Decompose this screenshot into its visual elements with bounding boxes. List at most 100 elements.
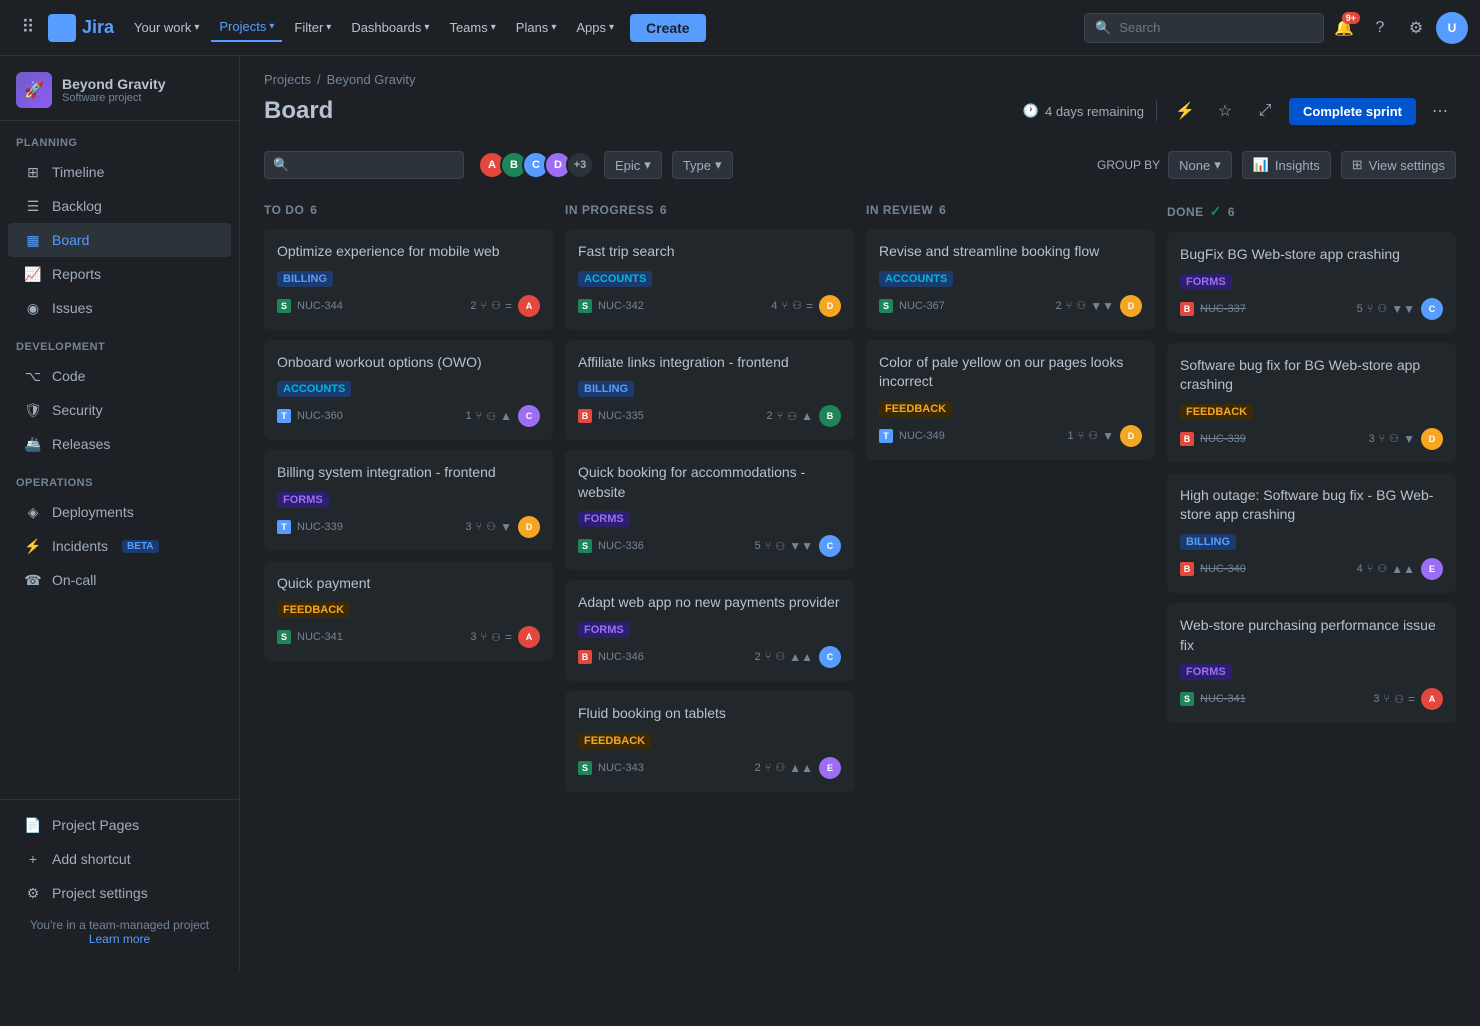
- sidebar-item-security[interactable]: 🛡 Security: [8, 393, 231, 427]
- issue-type-icon: T: [277, 520, 291, 534]
- issue-type-icon: B: [578, 409, 592, 423]
- card-tag: FORMS: [1180, 664, 1232, 680]
- avatar-extra-count[interactable]: +3: [566, 151, 594, 179]
- logo-icon: [48, 14, 76, 42]
- create-button[interactable]: Create: [630, 14, 706, 42]
- sidebar-item-releases[interactable]: 🚢 Releases: [8, 427, 231, 461]
- deployments-label: Deployments: [52, 504, 134, 520]
- type-filter[interactable]: Type ▾: [672, 151, 733, 179]
- user-avatar[interactable]: U: [1436, 12, 1468, 44]
- your-work-nav[interactable]: Your work▾: [126, 14, 207, 41]
- projects-nav[interactable]: Projects▾: [211, 13, 282, 42]
- branch-icon: ⑂: [1066, 300, 1073, 312]
- issue-id: NUC-342: [598, 300, 765, 312]
- jira-logo[interactable]: Jira: [48, 14, 114, 42]
- card-tag: FEEDBACK: [879, 401, 952, 417]
- lightning-button[interactable]: ⚡: [1169, 95, 1201, 127]
- epic-filter[interactable]: Epic ▾: [604, 151, 662, 179]
- table-row[interactable]: Affiliate links integration - frontend B…: [565, 340, 854, 441]
- apps-nav[interactable]: Apps▾: [568, 14, 622, 41]
- avatar: C: [1421, 298, 1443, 320]
- search-input[interactable]: [1119, 20, 1313, 35]
- more-options-button[interactable]: ⋯: [1424, 95, 1456, 127]
- todo-title: TO DO: [264, 203, 304, 217]
- priority-icon: ▼▼: [1090, 299, 1114, 313]
- card-title: Adapt web app no new payments provider: [578, 593, 841, 613]
- table-row[interactable]: Fast trip search ACCOUNTS S NUC-342 4 ⑂ …: [565, 229, 854, 330]
- filter-search-box[interactable]: 🔍: [264, 151, 464, 179]
- top-navigation: ⠿ Jira Your work▾ Projects▾ Filter▾ Dash…: [0, 0, 1480, 56]
- group-by-value: None: [1179, 158, 1210, 173]
- grid-icon[interactable]: ⠿: [12, 12, 44, 44]
- issue-type-icon: S: [578, 761, 592, 775]
- search-icon: 🔍: [1095, 20, 1111, 36]
- sidebar-item-incidents[interactable]: ⚡ Incidents BETA: [8, 529, 231, 563]
- sidebar-item-issues[interactable]: ◉ Issues: [8, 291, 231, 325]
- sidebar-item-reports[interactable]: 📈 Reports: [8, 257, 231, 291]
- avatar: B: [819, 405, 841, 427]
- person-icon: ⚇: [1088, 429, 1098, 442]
- issue-type-icon: B: [1180, 432, 1194, 446]
- table-row[interactable]: Revise and streamline booking flow ACCOU…: [866, 229, 1155, 330]
- dashboards-nav[interactable]: Dashboards▾: [343, 14, 437, 41]
- sidebar-item-deployments[interactable]: ◈ Deployments: [8, 495, 231, 529]
- table-row[interactable]: Optimize experience for mobile web BILLI…: [264, 229, 553, 330]
- card-tag: BILLING: [277, 271, 333, 287]
- complete-sprint-button[interactable]: Complete sprint: [1289, 98, 1416, 125]
- sidebar-item-timeline[interactable]: ⊞ Timeline: [8, 155, 231, 189]
- breadcrumb-projects[interactable]: Projects: [264, 72, 311, 87]
- plans-nav[interactable]: Plans▾: [508, 14, 565, 41]
- table-row[interactable]: Fluid booking on tablets FEEDBACK S NUC-…: [565, 691, 854, 792]
- table-row[interactable]: Billing system integration - frontend FO…: [264, 450, 553, 551]
- teams-nav[interactable]: Teams▾: [441, 14, 503, 41]
- table-row[interactable]: Quick booking for accommodations - websi…: [565, 450, 854, 570]
- card-tag: ACCOUNTS: [277, 381, 351, 397]
- sidebar: 🚀 Beyond Gravity Software project PLANNI…: [0, 56, 240, 970]
- project-header: 🚀 Beyond Gravity Software project: [0, 56, 239, 121]
- table-row[interactable]: Quick payment FEEDBACK S NUC-341 3 ⑂ ⚇ =: [264, 561, 553, 662]
- learn-more-link[interactable]: Learn more: [89, 932, 150, 946]
- star-button[interactable]: ☆: [1209, 95, 1241, 127]
- code-icon: ⌥: [24, 367, 42, 385]
- group-by-chevron: ▾: [1214, 157, 1221, 173]
- person-icon: ⚇: [1394, 693, 1404, 706]
- help-button[interactable]: ?: [1364, 12, 1396, 44]
- incidents-icon: ⚡: [24, 537, 42, 555]
- todo-column-header: TO DO 6: [264, 195, 553, 229]
- card-title: BugFix BG Web-store app crashing: [1180, 245, 1443, 265]
- search-box[interactable]: 🔍: [1084, 13, 1324, 43]
- sidebar-item-add-shortcut[interactable]: + Add shortcut: [8, 842, 231, 876]
- sidebar-item-project-settings[interactable]: ⚙ Project settings: [8, 876, 231, 910]
- card-footer: T NUC-360 1 ⑂ ⚇ ▲ C: [277, 405, 540, 427]
- table-row[interactable]: Adapt web app no new payments provider F…: [565, 580, 854, 681]
- table-row[interactable]: Onboard workout options (OWO) ACCOUNTS T…: [264, 340, 553, 441]
- breadcrumb-project[interactable]: Beyond Gravity: [327, 72, 416, 87]
- sidebar-item-project-pages[interactable]: 📄 Project Pages: [8, 808, 231, 842]
- sidebar-item-board[interactable]: ▦ Board: [8, 223, 231, 257]
- filter-search-input[interactable]: [295, 158, 455, 173]
- table-row[interactable]: Color of pale yellow on our pages looks …: [866, 340, 1155, 460]
- issue-type-icon: B: [1180, 302, 1194, 316]
- priority-icon: ▲: [801, 409, 813, 423]
- table-row[interactable]: High outage: Software bug fix - BG Web-s…: [1167, 473, 1456, 593]
- table-row[interactable]: Web-store purchasing performance issue f…: [1167, 603, 1456, 723]
- settings-button[interactable]: ⚙: [1400, 12, 1432, 44]
- card-title: High outage: Software bug fix - BG Web-s…: [1180, 486, 1443, 525]
- branch-icon: ⑂: [777, 410, 784, 422]
- planning-section-label: PLANNING: [0, 121, 239, 155]
- sidebar-item-oncall[interactable]: ☎ On-call: [8, 563, 231, 597]
- person-icon: ⚇: [1389, 432, 1399, 445]
- expand-button[interactable]: ⤢: [1249, 95, 1281, 127]
- inreview-column-header: IN REVIEW 6: [866, 195, 1155, 229]
- group-by-selector[interactable]: None ▾: [1168, 151, 1232, 179]
- filter-nav[interactable]: Filter▾: [286, 14, 339, 41]
- view-settings-button[interactable]: ⊞ View settings: [1341, 151, 1456, 179]
- table-row[interactable]: Software bug fix for BG Web-store app cr…: [1167, 343, 1456, 463]
- table-row[interactable]: BugFix BG Web-store app crashing FORMS B…: [1167, 232, 1456, 333]
- insights-button[interactable]: 📊 Insights: [1242, 151, 1331, 179]
- notifications-button[interactable]: 🔔 9+: [1328, 12, 1360, 44]
- board-main: Projects / Beyond Gravity Board 🕐 4 days…: [240, 56, 1480, 970]
- card-tag: FORMS: [277, 492, 329, 508]
- sidebar-item-code[interactable]: ⌥ Code: [8, 359, 231, 393]
- sidebar-item-backlog[interactable]: ☰ Backlog: [8, 189, 231, 223]
